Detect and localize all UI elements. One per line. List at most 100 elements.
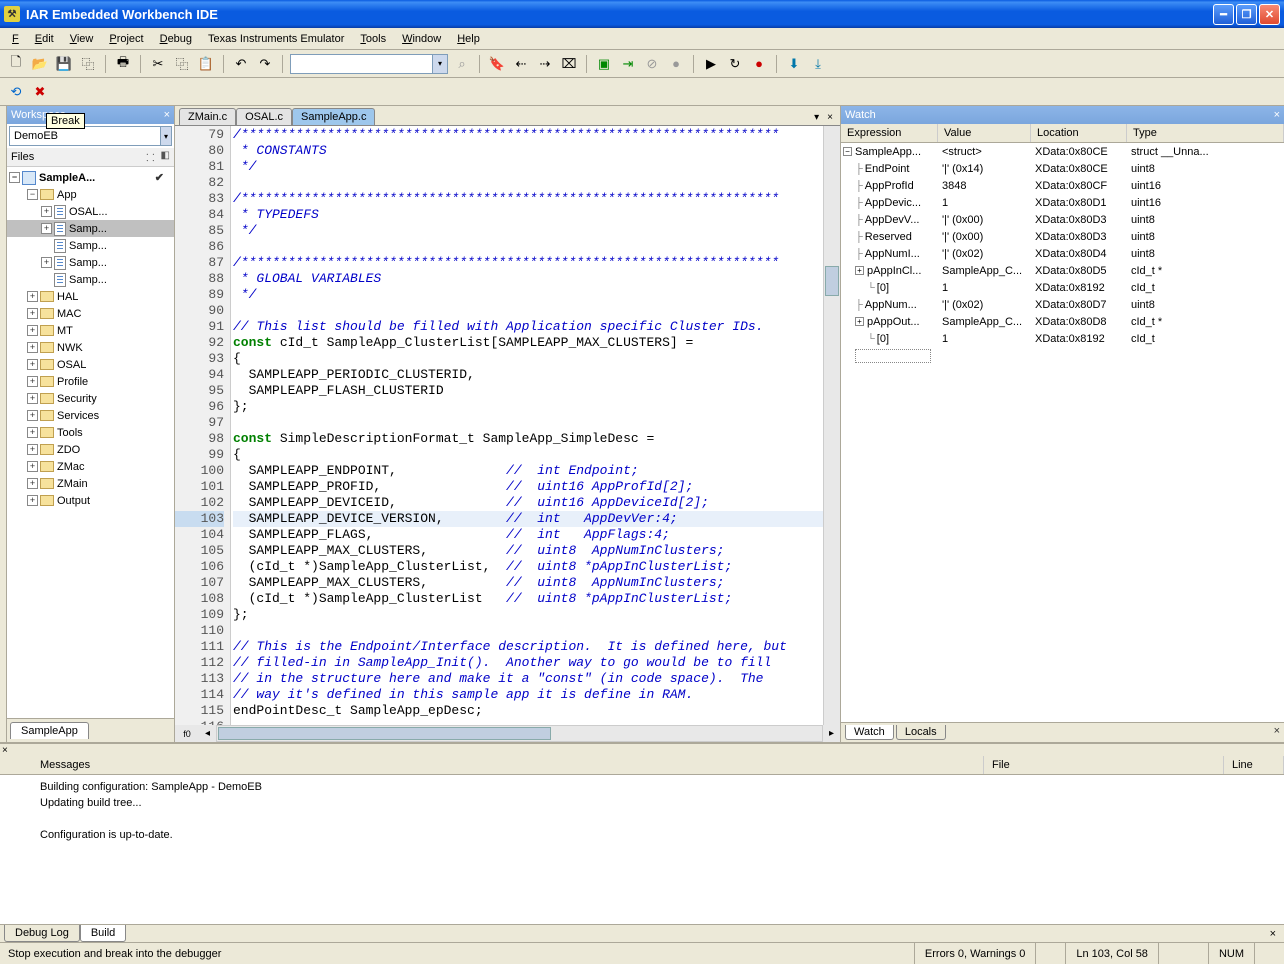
tree-item[interactable]: +Tools (7, 424, 174, 441)
save-all-icon[interactable]: ⿻ (78, 54, 98, 74)
collapse-icon[interactable]: − (843, 147, 852, 156)
print-icon[interactable]: 🖶 (113, 54, 133, 74)
tree-item[interactable]: +ZMain (7, 475, 174, 492)
new-file-icon[interactable]: 🗋 (6, 54, 26, 74)
expand-icon[interactable]: + (27, 342, 38, 353)
workspace-close-icon[interactable]: × (164, 109, 170, 121)
download-debug-icon[interactable]: ⤓ (808, 54, 828, 74)
watch-row[interactable]: ├AppDevic...1XData:0x80D1uint16 (841, 194, 1284, 211)
expand-icon[interactable]: + (27, 427, 38, 438)
expand-icon[interactable]: + (27, 308, 38, 319)
col-location[interactable]: Location (1031, 124, 1127, 142)
col-file[interactable]: File (984, 756, 1224, 774)
horizontal-scrollbar[interactable]: f0 ◂ ▸ (175, 725, 840, 742)
bookmark-clear-icon[interactable]: ⌧ (559, 54, 579, 74)
tree-item[interactable]: +Output (7, 492, 174, 509)
watch-row[interactable]: ├AppDevV...'|' (0x00)XData:0x80D3uint8 (841, 211, 1284, 228)
tab-build[interactable]: Build (80, 925, 126, 942)
editor-tab[interactable]: ZMain.c (179, 108, 236, 125)
download-icon[interactable]: ⬇ (784, 54, 804, 74)
watch-row[interactable]: ├EndPoint'|' (0x14)XData:0x80CEuint8 (841, 160, 1284, 177)
undo-icon[interactable]: ↶ (231, 54, 251, 74)
collapse-icon[interactable]: − (9, 172, 20, 183)
paste-icon[interactable]: 📋 (196, 54, 216, 74)
tree-item[interactable]: Samp... (7, 237, 174, 254)
compile-icon[interactable]: ▣ (594, 54, 614, 74)
expand-icon[interactable]: + (41, 257, 52, 268)
expand-icon[interactable]: + (27, 359, 38, 370)
bookmark-toggle-icon[interactable]: 🔖 (487, 54, 507, 74)
tab-dropdown-icon[interactable]: ▾ (811, 112, 822, 123)
tree-item[interactable]: +HAL (7, 288, 174, 305)
expand-icon[interactable]: + (855, 266, 864, 275)
bookmark-next-icon[interactable]: ⇢ (535, 54, 555, 74)
make-icon[interactable]: ⇥ (618, 54, 638, 74)
close-button[interactable]: ✕ (1259, 4, 1280, 25)
col-expression[interactable]: Expression (841, 124, 938, 142)
search-combo[interactable]: ▾ (290, 54, 448, 74)
minimize-button[interactable]: ━ (1213, 4, 1234, 25)
chevron-down-icon[interactable]: ▾ (160, 127, 171, 145)
expand-icon[interactable]: + (27, 495, 38, 506)
watch-row[interactable]: ├Reserved'|' (0x00)XData:0x80D3uint8 (841, 228, 1284, 245)
expand-icon[interactable]: + (27, 291, 38, 302)
collapse-icon[interactable] (41, 274, 52, 285)
copy-icon[interactable]: ⿻ (172, 54, 192, 74)
expand-icon[interactable]: + (27, 444, 38, 455)
tree-item[interactable]: +OSAL (7, 356, 174, 373)
debug-restart-icon[interactable]: ↻ (725, 54, 745, 74)
watch-tabs-close-icon[interactable]: × (1274, 725, 1280, 737)
watch-row[interactable]: ├AppNumI...'|' (0x02)XData:0x80D4uint8 (841, 245, 1284, 262)
workspace-tab[interactable]: SampleApp (10, 722, 89, 739)
scroll-track[interactable] (216, 725, 823, 742)
tree-item[interactable]: +NWK (7, 339, 174, 356)
break-icon[interactable]: ✖ (30, 82, 50, 102)
open-file-icon[interactable]: 📂 (30, 54, 50, 74)
col-value[interactable]: Value (938, 124, 1031, 142)
redo-icon[interactable]: ↷ (255, 54, 275, 74)
watch-row[interactable]: ├AppProfId3848XData:0x80CFuint16 (841, 177, 1284, 194)
menu-project[interactable]: Project (101, 31, 151, 47)
watch-row[interactable]: −SampleApp...<struct>XData:0x80CEstruct … (841, 143, 1284, 160)
reset-icon[interactable]: ⟲ (6, 82, 26, 102)
watch-close-icon[interactable]: × (1274, 109, 1280, 121)
config-field[interactable] (10, 127, 160, 145)
code-content[interactable]: /***************************************… (231, 126, 823, 725)
tree-item[interactable]: +Samp... (7, 220, 174, 237)
config-combo[interactable]: Break ▾ (9, 126, 172, 146)
tree-item[interactable]: −App (7, 186, 174, 203)
bookmark-prev-icon[interactable]: ⇠ (511, 54, 531, 74)
watch-row[interactable]: +pAppOut...SampleApp_C...XData:0x80D8cId… (841, 313, 1284, 330)
tree-item[interactable]: +Profile (7, 373, 174, 390)
tree-item[interactable]: +MAC (7, 305, 174, 322)
menu-help[interactable]: Help (449, 31, 488, 47)
build-tabs-close-icon[interactable]: × (1266, 928, 1280, 940)
col-messages[interactable]: Messages (0, 756, 984, 774)
maximize-button[interactable]: ❐ (1236, 4, 1257, 25)
expand-icon[interactable]: + (41, 223, 52, 234)
expand-icon[interactable]: + (27, 393, 38, 404)
menu-ti-emulator[interactable]: Texas Instruments Emulator (200, 31, 352, 47)
col-type[interactable]: Type (1127, 124, 1284, 142)
scroll-thumb[interactable] (218, 727, 551, 740)
menu-view[interactable]: View (62, 31, 102, 47)
expand-icon[interactable]: + (27, 376, 38, 387)
watch-body[interactable]: −SampleApp...<struct>XData:0x80CEstruct … (841, 143, 1284, 722)
tree-item[interactable]: +Samp... (7, 254, 174, 271)
tree-item[interactable]: +Security (7, 390, 174, 407)
stop-build-icon[interactable]: ⊘ (642, 54, 662, 74)
expand-icon[interactable]: + (27, 325, 38, 336)
scroll-right-icon[interactable]: ▸ (823, 728, 840, 739)
file-tree[interactable]: − SampleA... ✔ −App+OSAL...+Samp...Samp.… (7, 167, 174, 718)
scroll-thumb[interactable] (825, 266, 839, 296)
expand-icon[interactable]: + (27, 410, 38, 421)
project-root[interactable]: − SampleA... ✔ (7, 169, 174, 186)
watch-row[interactable]: └[0]1XData:0x8192cId_t (841, 279, 1284, 296)
tree-item[interactable]: Samp... (7, 271, 174, 288)
function-nav[interactable]: f0 (175, 729, 199, 739)
menu-edit[interactable]: Edit (27, 31, 62, 47)
menu-file[interactable]: F (4, 31, 27, 47)
watch-row[interactable]: ├AppNum...'|' (0x02)XData:0x80D7uint8 (841, 296, 1284, 313)
toggle-bp-icon[interactable]: ● (666, 54, 686, 74)
tree-item[interactable]: +OSAL... (7, 203, 174, 220)
